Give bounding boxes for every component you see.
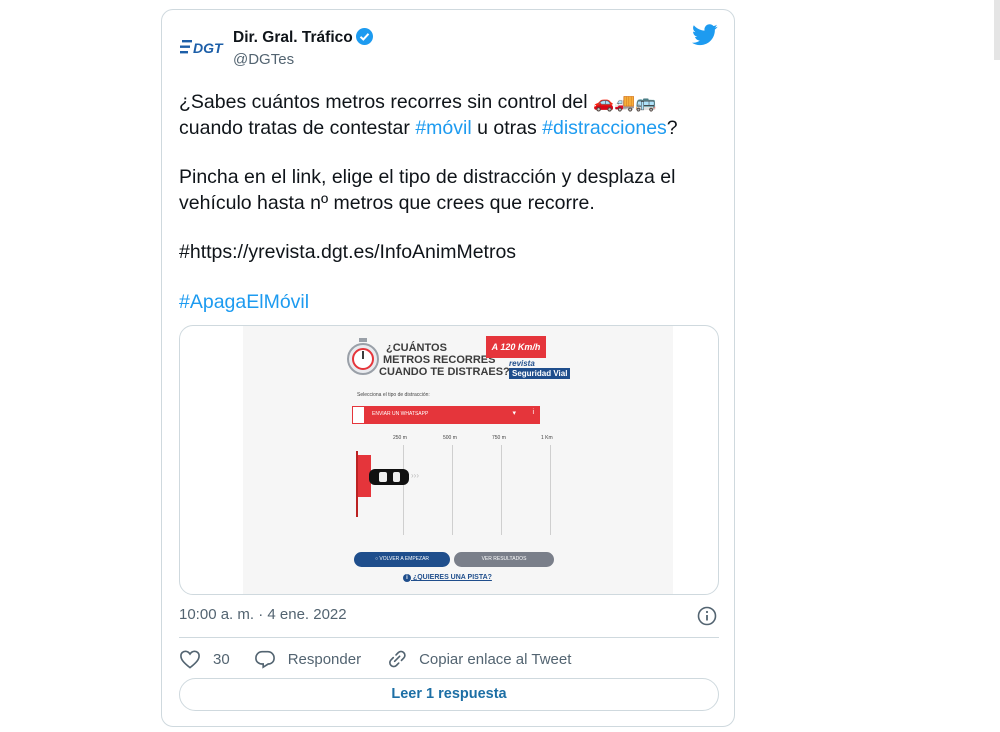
author-name[interactable]: Dir. Gral. Tráfico bbox=[233, 28, 373, 47]
copy-link-label: Copiar enlace al Tweet bbox=[419, 650, 572, 668]
hashtag-movil-link[interactable]: #móvil bbox=[415, 117, 471, 139]
svg-text:DGT: DGT bbox=[193, 40, 224, 56]
infographic: ¿CUÁNTOS METROS RECORRES CUANDO TE DISTR… bbox=[243, 326, 673, 594]
read-replies-button[interactable]: Leer 1 respuesta bbox=[179, 678, 719, 711]
speed-badge: A 120 Km/h bbox=[486, 336, 546, 358]
tweet-text-line4: vehículo hasta nº metros que crees que r… bbox=[179, 192, 595, 214]
hint-info-icon: i bbox=[403, 574, 411, 582]
hashtag-distracciones-link[interactable]: #distracciones bbox=[542, 117, 667, 139]
author-name-text[interactable]: Dir. Gral. Tráfico bbox=[233, 29, 353, 46]
motion-arrows-icon: ››› bbox=[411, 471, 419, 480]
infographic-title-line1: ¿CUÁNTOS bbox=[386, 342, 447, 354]
tick-250: 250 m bbox=[393, 435, 407, 441]
infographic-title-line2: METROS RECORRES bbox=[383, 354, 496, 366]
brand-seguridad-vial: Seguridad Vial bbox=[509, 368, 571, 379]
gridline-1km bbox=[550, 445, 551, 535]
reply-label: Responder bbox=[287, 650, 362, 668]
car-icon[interactable] bbox=[369, 467, 411, 487]
like-count: 30 bbox=[213, 650, 230, 668]
tweet-text-line1: ¿Sabes cuántos metros recorres sin contr… bbox=[179, 91, 657, 113]
tick-1km: 1 Km bbox=[541, 435, 553, 441]
gridline-500 bbox=[452, 445, 453, 535]
vehicles-emoji-icon: 🚗🚚🚌 bbox=[593, 93, 657, 112]
tweet-text-line2: cuando tratas de contestar #móvil u otra… bbox=[179, 117, 678, 139]
info-small-icon: i bbox=[532, 409, 534, 416]
page-scrollbar[interactable] bbox=[994, 0, 1000, 60]
dgt-logo[interactable]: DGT bbox=[180, 36, 228, 58]
gridline-250 bbox=[403, 445, 404, 535]
tick-750: 750 m bbox=[492, 435, 506, 441]
verified-badge-icon bbox=[355, 28, 373, 45]
copy-link-button[interactable]: Copiar enlace al Tweet bbox=[385, 649, 571, 669]
twitter-bird-icon[interactable] bbox=[692, 24, 718, 46]
like-button[interactable]: 30 bbox=[179, 649, 230, 669]
brand-revista: revista bbox=[509, 359, 535, 368]
tweet-text-line3: Pincha en el link, elige el tipo de dist… bbox=[179, 166, 676, 188]
hashtag-apagaelmovil-link[interactable]: #ApagaElMóvil bbox=[179, 289, 309, 315]
divider bbox=[179, 637, 719, 638]
select-value: ENVIAR UN WHATSAPP bbox=[372, 411, 429, 417]
infographic-title-line3: CUANDO TE DISTRAES? bbox=[379, 366, 510, 378]
link-icon bbox=[389, 650, 406, 668]
author-handle[interactable]: @DGTes bbox=[233, 51, 294, 68]
heart-icon bbox=[180, 650, 200, 669]
tick-500: 500 m bbox=[443, 435, 457, 441]
select-label: Selecciona el tipo de distracción: bbox=[357, 392, 430, 398]
stopwatch-icon bbox=[347, 338, 379, 375]
restart-button[interactable]: ○ VOLVER A EMPEZAR bbox=[354, 552, 450, 567]
info-icon[interactable] bbox=[697, 606, 717, 626]
reply-button[interactable]: Responder bbox=[254, 649, 361, 669]
phone-icon bbox=[352, 406, 365, 424]
gridline-750 bbox=[501, 445, 502, 535]
tweet-timestamp[interactable]: 10:00 a. m. · 4 ene. 2022 bbox=[179, 606, 347, 623]
chevron-down-icon: ▾ bbox=[512, 410, 516, 417]
distraction-select[interactable]: ENVIAR UN WHATSAPP ▾ i bbox=[352, 406, 540, 424]
tweet-card: DGT Dir. Gral. Tráfico @DGTes ¿Sabes cuá… bbox=[161, 9, 735, 727]
hint-link[interactable]: i ¿QUIERES UNA PISTA? bbox=[403, 574, 492, 582]
tweet-text-url: #https://yrevista.dgt.es/InfoAnimMetros bbox=[179, 241, 517, 263]
tweet-media-image[interactable]: ¿CUÁNTOS METROS RECORRES CUANDO TE DISTR… bbox=[179, 325, 719, 595]
results-button[interactable]: VER RESULTADOS bbox=[454, 552, 554, 567]
tweet-actions: 30 Responder Copiar enlace al Tweet bbox=[179, 647, 595, 671]
reply-bubble-icon bbox=[254, 650, 275, 669]
